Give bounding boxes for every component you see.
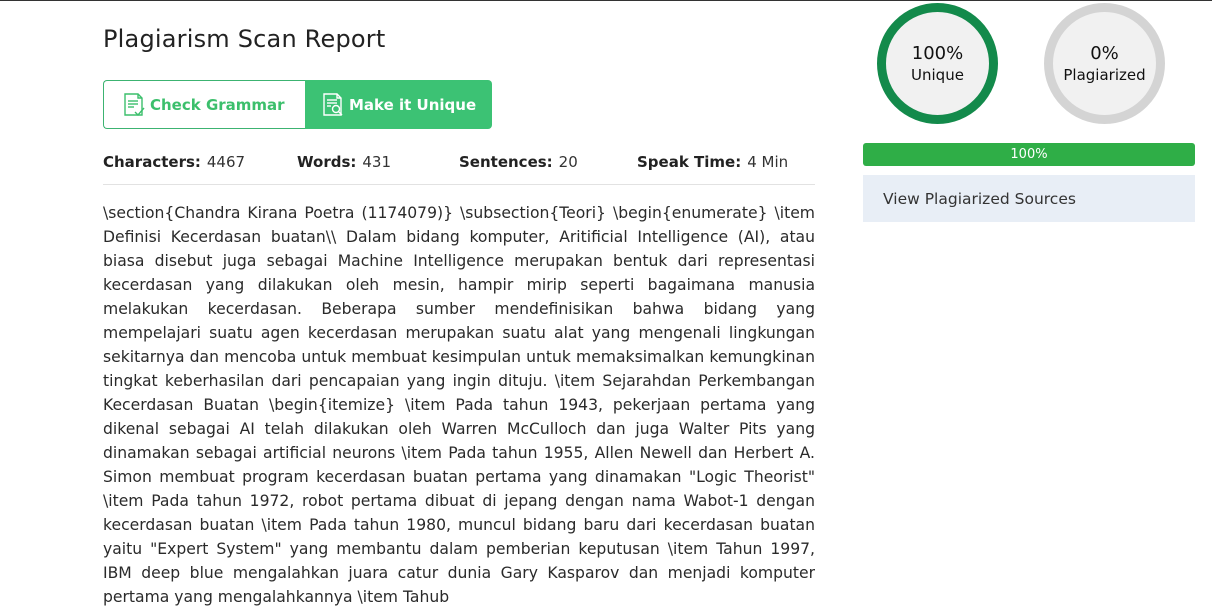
stat-sentences-label: Sentences: [459,153,553,171]
view-plagiarized-sources-button[interactable]: View Plagiarized Sources [863,175,1195,222]
make-unique-label: Make it Unique [349,95,477,114]
stat-characters-label: Characters: [103,153,201,171]
uniqueness-progress-bar: 100% [863,143,1195,166]
plagiarized-score-circle: 0% Plagiarized [1044,3,1165,124]
plagiarized-percent: 0% [1090,42,1119,64]
unique-label: Unique [911,65,964,84]
stat-characters-value: 4467 [206,153,246,171]
plagiarized-label: Plagiarized [1063,65,1146,84]
stat-speak-time-label: Speak Time: [637,153,742,171]
page-title: Plagiarism Scan Report [103,25,386,53]
action-buttons: Check Grammar Make it Unique [103,80,492,129]
document-check-icon [120,91,148,119]
stat-characters: Characters: 4467 [103,153,245,171]
scanned-text: \section{Chandra Kirana Poetra (1174079)… [103,204,815,606]
stat-words-label: Words: [297,153,357,171]
unique-score-circle: 100% Unique [877,3,998,124]
stat-words: Words: 431 [297,153,391,171]
unique-percent: 100% [911,42,964,64]
check-grammar-button[interactable]: Check Grammar [103,80,305,129]
stat-words-value: 431 [362,153,392,171]
check-grammar-label: Check Grammar [150,95,285,114]
stat-sentences: Sentences: 20 [459,153,578,171]
stat-sentences-value: 20 [558,153,578,171]
document-search-icon [319,91,347,119]
text-stats: Characters: 4467 Words: 431 Sentences: 20 S… [103,153,815,185]
progress-fill: 100% [863,143,1195,166]
make-unique-button[interactable]: Make it Unique [305,80,492,129]
stat-speak-time: Speak Time: 4 Min [637,153,788,171]
stat-speak-time-value: 4 Min [747,153,789,171]
